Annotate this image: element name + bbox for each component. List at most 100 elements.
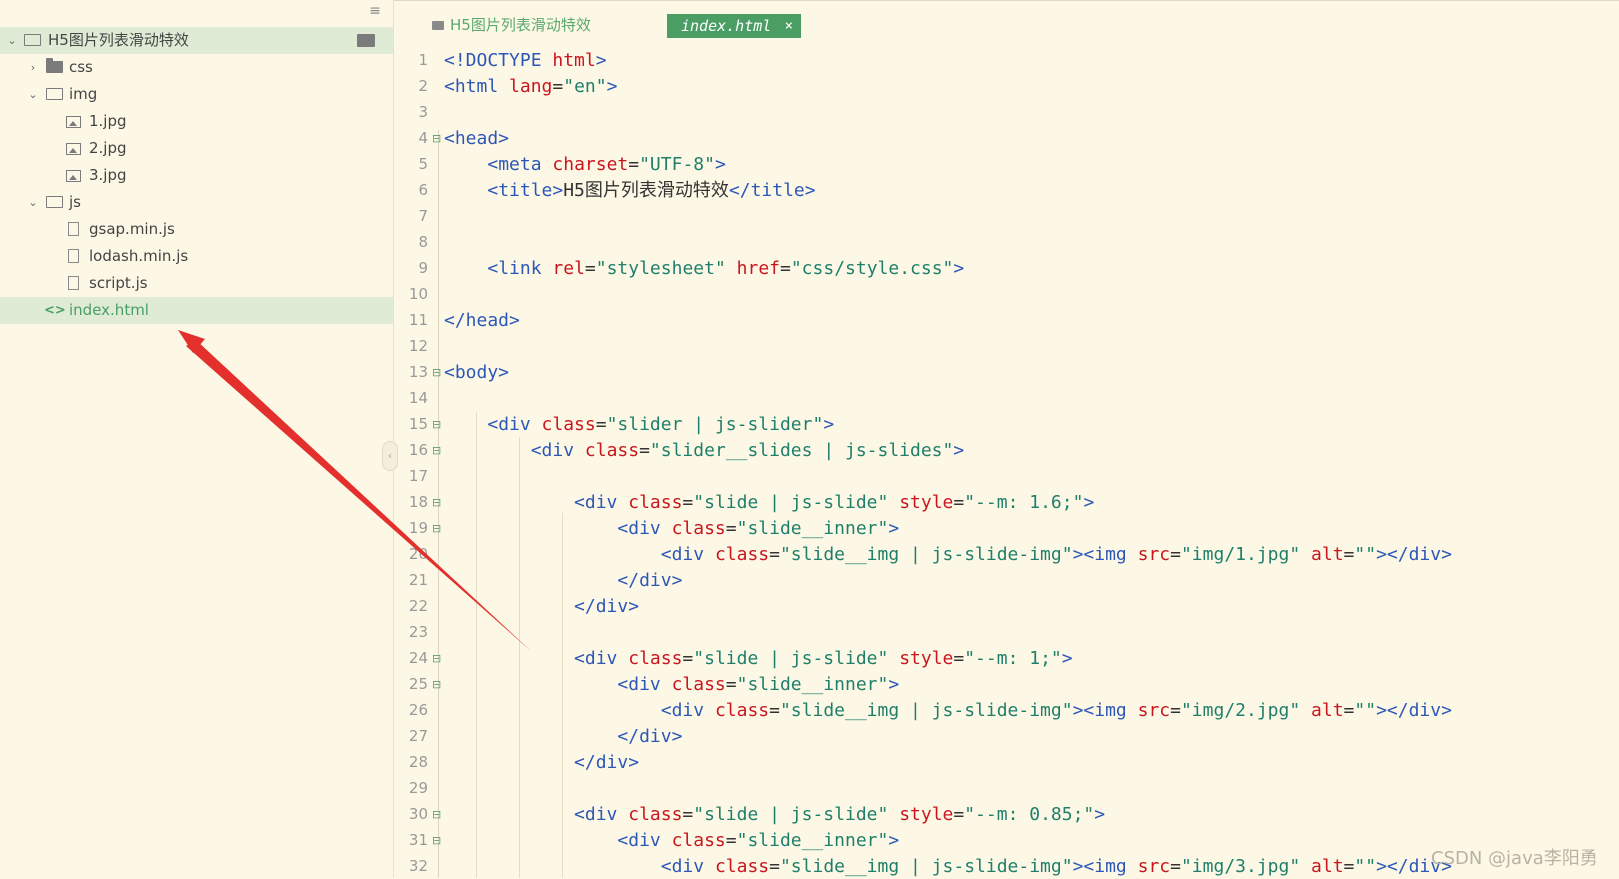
tree-item-1jpg[interactable]: 1.jpg xyxy=(0,108,393,135)
line-number: 26 xyxy=(408,701,428,719)
code-token: > xyxy=(823,414,835,435)
code-line[interactable]: 16 ⊟ <div class="slider__slides | js-slid… xyxy=(394,438,1619,463)
tree-item-index-html[interactable]: <> index.html xyxy=(0,297,393,324)
tree-item-img[interactable]: ⌄ img xyxy=(0,81,393,108)
code-editor[interactable]: 1 <!DOCTYPE html> 2 <html lang="en"> 3 4 ⊟ <hea… xyxy=(394,48,1619,878)
fold-toggle-icon[interactable]: ⊟ xyxy=(432,360,442,385)
tree-item-label: script.js xyxy=(89,274,148,292)
code-text: <div class="slide | js-slide" style="--m… xyxy=(444,490,1094,515)
code-line[interactable]: 6 <title>H5图片列表滑动特效</title> xyxy=(394,178,1619,203)
code-line[interactable]: 20 <div class="slide__img | js-slide-img… xyxy=(394,542,1619,567)
code-token: <div xyxy=(574,492,629,513)
line-number: 2 xyxy=(418,77,428,95)
folder-icon[interactable] xyxy=(357,34,375,47)
line-number: 13 xyxy=(408,363,428,381)
code-line[interactable]: 17 xyxy=(394,464,1619,489)
tree-item-gsap[interactable]: gsap.min.js xyxy=(0,216,393,243)
fold-toggle-icon[interactable]: ⊟ xyxy=(432,412,442,437)
chevron-right-icon[interactable]: › xyxy=(27,54,39,81)
code-line[interactable]: 11 </head> xyxy=(394,308,1619,333)
code-line[interactable]: 9 <link rel="stylesheet" href="css/style… xyxy=(394,256,1619,281)
line-number: 7 xyxy=(418,207,428,225)
code-token: = xyxy=(953,804,965,825)
code-line[interactable]: 18 ⊟ <div class="slide | js-slide" style=… xyxy=(394,490,1619,515)
fold-toggle-icon[interactable]: ⊟ xyxy=(432,802,442,827)
tree-item-script[interactable]: script.js xyxy=(0,270,393,297)
code-token: style xyxy=(899,648,954,669)
code-text: </div> xyxy=(444,568,682,593)
code-text: <div class="slide__inner"> xyxy=(444,828,899,853)
folder-icon xyxy=(24,34,41,46)
tree-item-css[interactable]: › css xyxy=(0,54,393,81)
code-line[interactable]: 26 <div class="slide__img | js-slide-img… xyxy=(394,698,1619,723)
code-token: > xyxy=(1094,804,1106,825)
code-token: "slider | js-slider" xyxy=(606,414,824,435)
line-number: 20 xyxy=(408,545,428,563)
hamburger-menu-icon[interactable]: ≡ xyxy=(368,4,382,18)
code-line[interactable]: 7 xyxy=(394,204,1619,229)
code-line[interactable]: 30 ⊟ <div class="slide | js-slide" style=… xyxy=(394,802,1619,827)
code-line[interactable]: 13 ⊟ <body> xyxy=(394,360,1619,385)
code-line[interactable]: 4 ⊟ <head> xyxy=(394,126,1619,151)
code-line[interactable]: 3 xyxy=(394,100,1619,125)
tab-project[interactable]: H5图片列表滑动特效 xyxy=(432,13,591,37)
code-line[interactable]: 28 </div> xyxy=(394,750,1619,775)
code-line[interactable]: 1 <!DOCTYPE html> xyxy=(394,48,1619,73)
fold-toggle-icon[interactable]: ⊟ xyxy=(432,490,442,515)
fold-toggle-icon[interactable]: ⊟ xyxy=(432,828,442,853)
tree-item-3jpg[interactable]: 3.jpg xyxy=(0,162,393,189)
chevron-down-icon[interactable]: ⌄ xyxy=(27,81,39,108)
tree-item-2jpg[interactable]: 2.jpg xyxy=(0,135,393,162)
code-line[interactable]: 27 </div> xyxy=(394,724,1619,749)
code-line[interactable]: 29 xyxy=(394,776,1619,801)
code-line[interactable]: 5 <meta charset="UTF-8"> xyxy=(394,152,1619,177)
code-token: alt xyxy=(1311,856,1344,877)
fold-toggle-icon[interactable]: ⊟ xyxy=(432,438,442,463)
code-line[interactable]: 24 ⊟ <div class="slide | js-slide" style=… xyxy=(394,646,1619,671)
close-icon[interactable]: × xyxy=(785,14,793,38)
code-token: = xyxy=(953,492,965,513)
code-token: rel xyxy=(552,258,585,279)
code-text: <div class="slider | js-slider"> xyxy=(444,412,834,437)
code-line[interactable]: 8 xyxy=(394,230,1619,255)
code-line[interactable]: 23 xyxy=(394,620,1619,645)
project-root[interactable]: ⌄ H5图片列表滑动特效 xyxy=(0,27,393,54)
code-token: = xyxy=(1343,700,1355,721)
tab-index-html[interactable]: index.html × xyxy=(667,14,801,38)
code-line[interactable]: 15 ⊟ <div class="slider | js-slider"> xyxy=(394,412,1619,437)
code-line[interactable]: 10 xyxy=(394,282,1619,307)
code-token: = xyxy=(1170,544,1181,565)
code-token: > xyxy=(953,440,965,461)
fold-toggle-icon[interactable]: ⊟ xyxy=(432,126,442,151)
code-token: <div xyxy=(574,804,629,825)
line-number: 18 xyxy=(408,493,428,511)
tree-item-label: 3.jpg xyxy=(89,166,127,184)
code-token: style xyxy=(899,804,954,825)
chevron-down-icon[interactable]: ⌄ xyxy=(27,189,39,216)
line-number: 30 xyxy=(408,805,428,823)
code-line[interactable]: 19 ⊟ <div class="slide__inner"> xyxy=(394,516,1619,541)
tree-item-js[interactable]: ⌄ js xyxy=(0,189,393,216)
code-token: "slide__img | js-slide-img" xyxy=(779,544,1073,565)
tree-item-lodash[interactable]: lodash.min.js xyxy=(0,243,393,270)
line-number: 24 xyxy=(408,649,428,667)
code-token: <!DOCTYPE xyxy=(444,50,553,71)
code-token: "en" xyxy=(563,76,607,97)
code-token: </head> xyxy=(444,310,520,331)
code-text: <div class="slide__inner"> xyxy=(444,516,899,541)
code-line[interactable]: 14 xyxy=(394,386,1619,411)
fold-toggle-icon[interactable]: ⊟ xyxy=(432,646,442,671)
code-line[interactable]: 22 </div> xyxy=(394,594,1619,619)
code-line[interactable]: 2 <html lang="en"> xyxy=(394,74,1619,99)
fold-toggle-icon[interactable]: ⊟ xyxy=(432,672,442,697)
code-token: </div> xyxy=(617,726,683,747)
fold-toggle-icon[interactable]: ⊟ xyxy=(432,516,442,541)
code-line[interactable]: 12 xyxy=(394,334,1619,359)
chevron-down-icon[interactable]: ⌄ xyxy=(6,27,18,54)
code-line[interactable]: 25 ⊟ <div class="slide__inner"> xyxy=(394,672,1619,697)
code-line[interactable]: 21 </div> xyxy=(394,568,1619,593)
